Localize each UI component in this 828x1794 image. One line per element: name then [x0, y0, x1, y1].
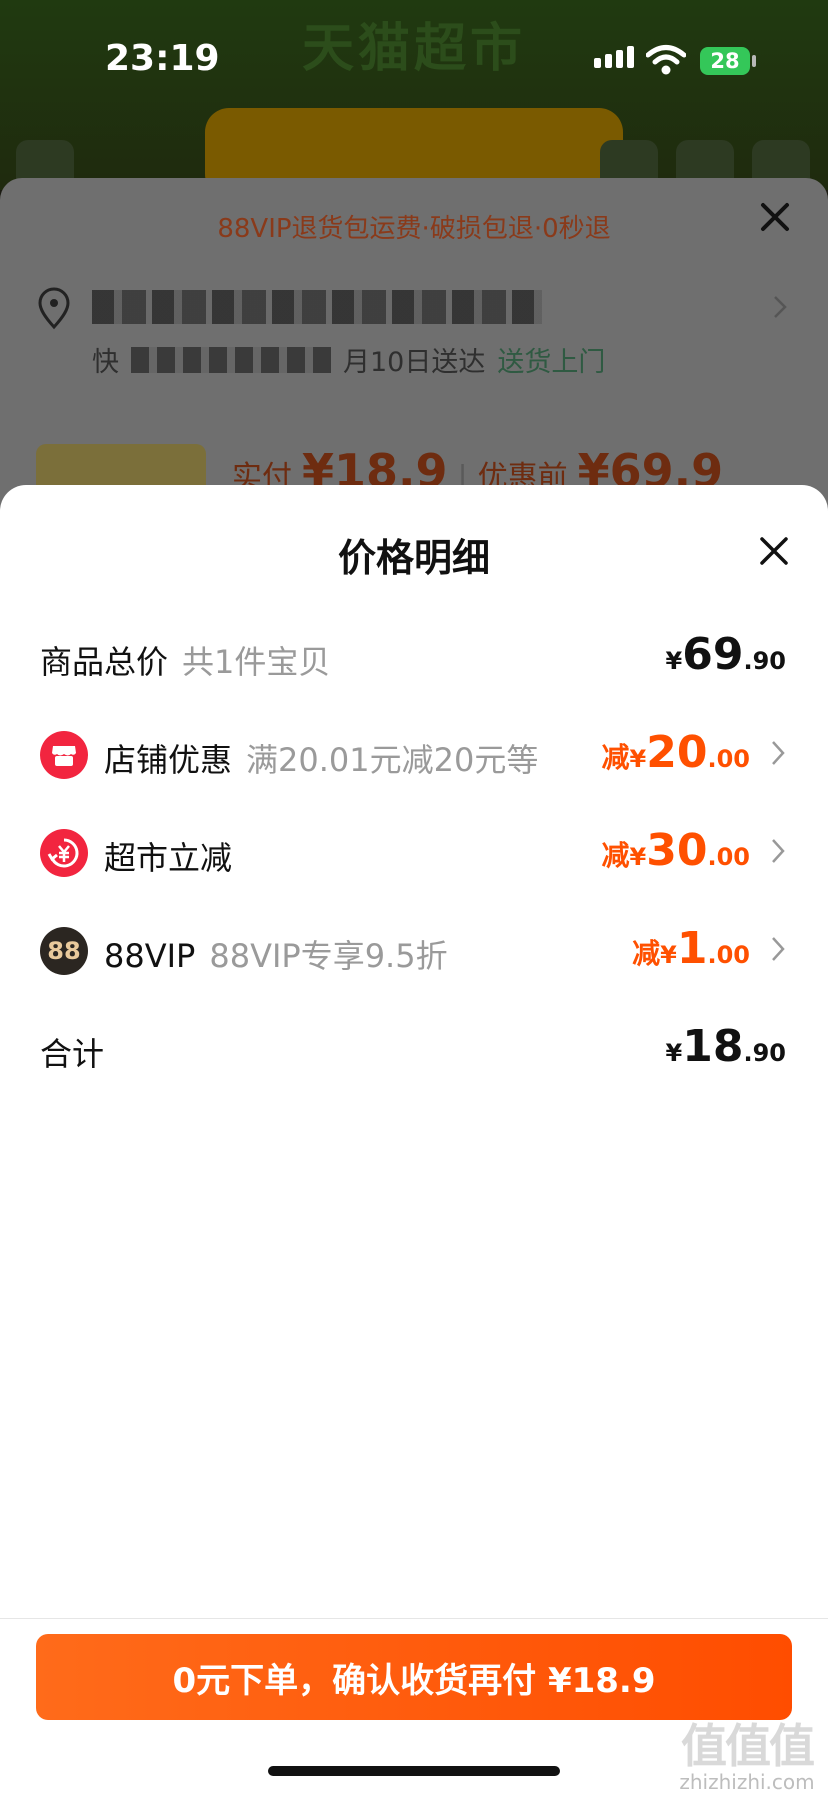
wifi-icon [646, 45, 686, 75]
delivery-date: 月10日送达 [343, 347, 486, 378]
88vip-badge-icon: 88 [40, 927, 88, 975]
price-detail-sheet: 价格明细 商品总价 共1件宝贝 ¥69.90 店铺优惠 满20.01元减20元等 减… [0, 485, 828, 1794]
row-amount: 减 ¥1.00 [632, 923, 750, 974]
price-row-subtotal: 商品总价 共1件宝贝 ¥69.90 [0, 625, 828, 685]
watermark-text: 值值值 [681, 1719, 815, 1773]
yen-discount-icon [40, 829, 88, 877]
place-order-button[interactable]: 0元下单，确认收货再付 ¥18.9 [36, 1634, 792, 1720]
row-amount: 减 ¥20.00 [601, 727, 750, 778]
chevron-right-icon[interactable] [770, 935, 786, 963]
row-sub: 满20.01元减20元等 [246, 741, 539, 779]
row-label: 合计 [40, 1035, 105, 1073]
price-row-total: 合计 ¥18.90 [0, 1017, 828, 1077]
chevron-right-icon[interactable] [770, 837, 786, 865]
home-indicator [268, 1766, 560, 1776]
price-row-supermarket-discount[interactable]: 超市立减 减 ¥30.00 [0, 821, 828, 881]
close-icon[interactable] [758, 200, 792, 234]
chevron-right-icon[interactable] [770, 739, 786, 767]
row-label: 88VIP [104, 937, 196, 975]
row-amount: 减 ¥30.00 [601, 825, 750, 876]
row-amount: ¥69.90 [665, 629, 786, 680]
watermark-url: zhizhizhi.com [679, 1770, 815, 1794]
sheet-title: 价格明细 [337, 536, 490, 580]
delivery-service: 送货上门 [497, 347, 606, 378]
delivery-redacted [131, 346, 331, 373]
watermark-logo: 值值值 zhizhizhi.com [672, 1710, 822, 1794]
store-icon [40, 731, 88, 779]
cellular-signal-icon [594, 46, 634, 68]
status-time: 23:19 [105, 38, 220, 79]
close-icon[interactable] [758, 535, 790, 567]
row-sub: 88VIP专享9.5折 [209, 937, 448, 975]
order-banner: 88VIP退货包运费·破损包退·0秒退 [217, 214, 611, 244]
row-label: 商品总价 [40, 643, 169, 681]
price-row-store-discount[interactable]: 店铺优惠 满20.01元减20元等 减 ¥20.00 [0, 723, 828, 783]
row-label: 超市立减 [104, 839, 233, 877]
row-label: 店铺优惠 [104, 741, 233, 779]
address-redacted [92, 290, 542, 324]
bottom-divider [0, 1618, 828, 1619]
price-row-88vip[interactable]: 88 88VIP 88VIP专享9.5折 减 ¥1.00 [0, 919, 828, 979]
delivery-info: 快 月10日送达 送货上门 [92, 340, 605, 379]
row-amount: ¥18.90 [665, 1021, 786, 1072]
delivery-text: 快 [92, 347, 119, 378]
battery-icon: 28 [700, 47, 750, 75]
status-bar: 23:19 28 [0, 0, 828, 120]
row-sub: 共1件宝贝 [182, 643, 331, 681]
location-pin-icon [38, 287, 70, 330]
chevron-right-icon[interactable] [772, 294, 788, 320]
battery-tip [752, 55, 756, 67]
